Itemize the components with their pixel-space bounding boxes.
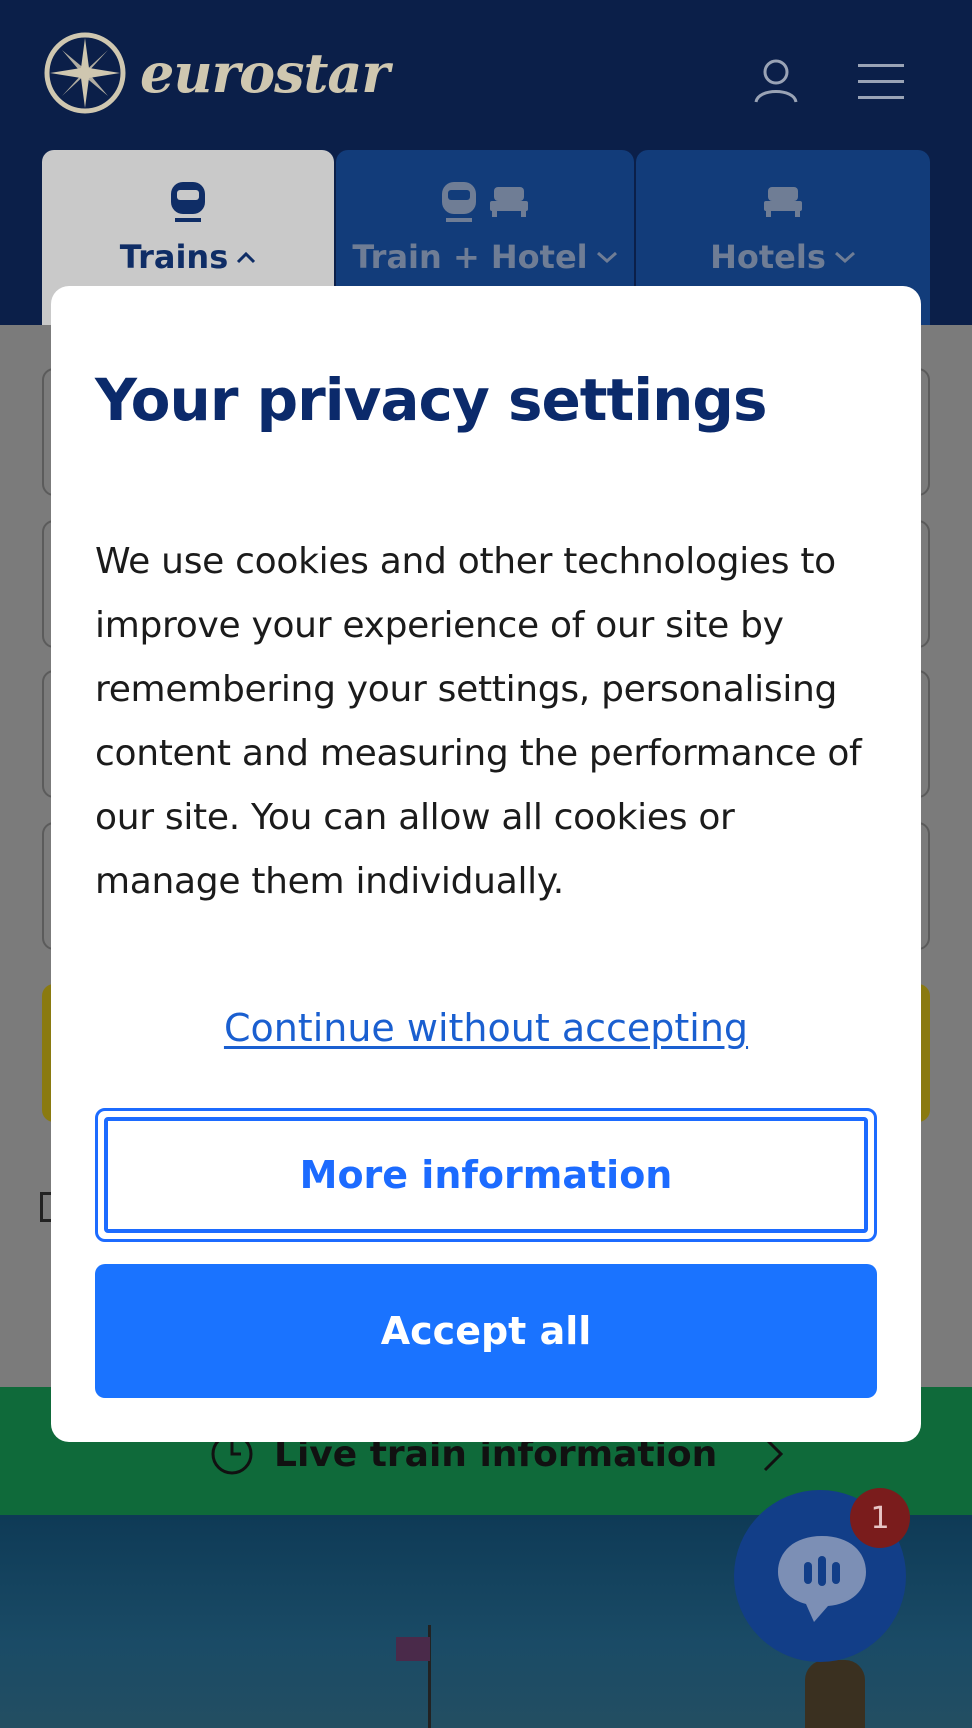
accept-all-button[interactable]: Accept all [95, 1264, 877, 1398]
train-icon [171, 182, 205, 222]
bed-icon [490, 187, 528, 217]
eurostar-star-icon [44, 32, 126, 114]
tab-label: Train + Hotel [352, 238, 588, 276]
site-header: eurostar Trains Train + Hotel Hotels [0, 0, 972, 325]
union-flag-icon [396, 1637, 430, 1661]
dialog-title: Your privacy settings [95, 366, 767, 434]
privacy-settings-dialog: Your privacy settings We use cookies and… [51, 286, 921, 1442]
bed-icon [764, 187, 802, 217]
logo-text: eurostar [140, 41, 390, 105]
notification-badge: 1 [850, 1488, 910, 1548]
tab-label: Trains [119, 238, 229, 276]
more-information-label: More information [299, 1153, 673, 1197]
chevron-down-icon [596, 251, 617, 264]
accept-all-label: Accept all [380, 1309, 592, 1353]
hamburger-menu-icon[interactable] [858, 62, 904, 102]
train-icon [442, 182, 476, 222]
user-icon[interactable] [752, 56, 800, 104]
eurostar-logo[interactable]: eurostar [42, 30, 390, 116]
more-information-button[interactable]: More information [95, 1108, 877, 1242]
clock-tower [805, 1660, 865, 1728]
dialog-body-text: We use cookies and other technologies to… [95, 541, 862, 902]
tab-label: Hotels [710, 238, 826, 276]
chevron-down-icon [834, 251, 855, 264]
continue-without-accepting-link[interactable]: Continue without accepting [51, 1006, 921, 1050]
chat-icon[interactable] [772, 1530, 872, 1626]
chevron-up-icon [237, 251, 256, 264]
